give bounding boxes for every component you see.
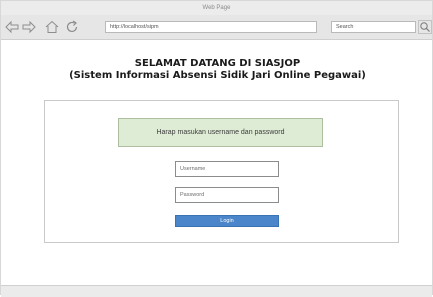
- page-subtitle: (Sistem Informasi Absensi Sidik Jari Onl…: [69, 70, 366, 81]
- status-bar: [1, 285, 432, 297]
- home-icon[interactable]: [45, 20, 59, 34]
- url-input[interactable]: http://localhost/sipm: [105, 21, 317, 33]
- search-icon[interactable]: [418, 20, 432, 34]
- info-message: Harap masukan username dan password: [118, 118, 323, 147]
- login-button[interactable]: Login: [175, 215, 279, 227]
- window-title: Web Page: [1, 1, 432, 15]
- browser-window: Web Page http://localhost/sipm Search SE…: [0, 0, 433, 297]
- username-field[interactable]: Username: [175, 161, 279, 177]
- reload-icon[interactable]: [65, 20, 79, 34]
- browser-toolbar: http://localhost/sipm Search: [1, 15, 432, 40]
- back-arrow-icon[interactable]: [5, 20, 19, 34]
- page-title: SELAMAT DATANG DI SIASJOP: [134, 58, 301, 69]
- search-input[interactable]: Search: [331, 21, 416, 33]
- forward-arrow-icon[interactable]: [22, 20, 36, 34]
- password-field[interactable]: Password: [175, 187, 279, 203]
